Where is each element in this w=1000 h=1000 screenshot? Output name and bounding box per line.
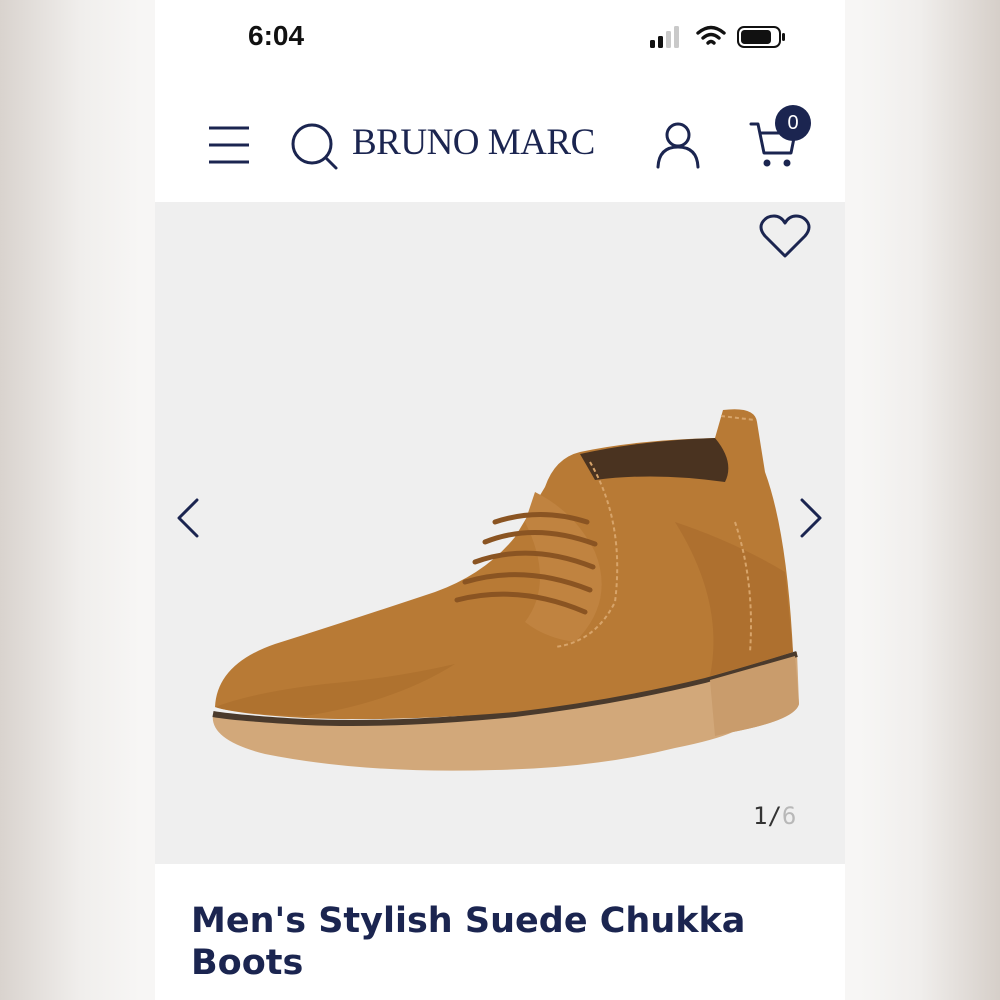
brand-logo[interactable]: BRUNO MARC	[352, 121, 595, 164]
image-counter: 1/6	[753, 802, 796, 830]
status-icons	[650, 25, 785, 48]
status-time: 6:04	[248, 20, 305, 51]
user-icon[interactable]	[655, 121, 701, 171]
site-header: BRUNO MARC 0	[155, 95, 845, 195]
image-counter-separator: /	[767, 802, 782, 830]
battery-icon	[737, 26, 785, 48]
wifi-icon	[696, 25, 726, 45]
hamburger-menu-icon[interactable]	[207, 125, 251, 165]
cellular-signal-icon	[650, 26, 679, 48]
suede-chukka-boot-photo	[212, 409, 799, 771]
cart-count-badge[interactable]: 0	[775, 105, 811, 141]
status-bar: 6:04	[155, 0, 845, 78]
search-icon[interactable]	[290, 121, 340, 171]
image-counter-total: 6	[781, 802, 797, 830]
phone-screen: 6:04 BRUNO MARC 0 1/6 Men's Stylish Sued…	[155, 0, 845, 1000]
product-info: Men's Stylish Suede Chukka Boots	[155, 864, 845, 1000]
product-title: Men's Stylish Suede Chukka Boots	[191, 901, 746, 983]
heart-icon[interactable]	[759, 214, 811, 260]
image-counter-current: 1	[753, 802, 768, 830]
product-gallery: 1/6	[155, 202, 845, 864]
